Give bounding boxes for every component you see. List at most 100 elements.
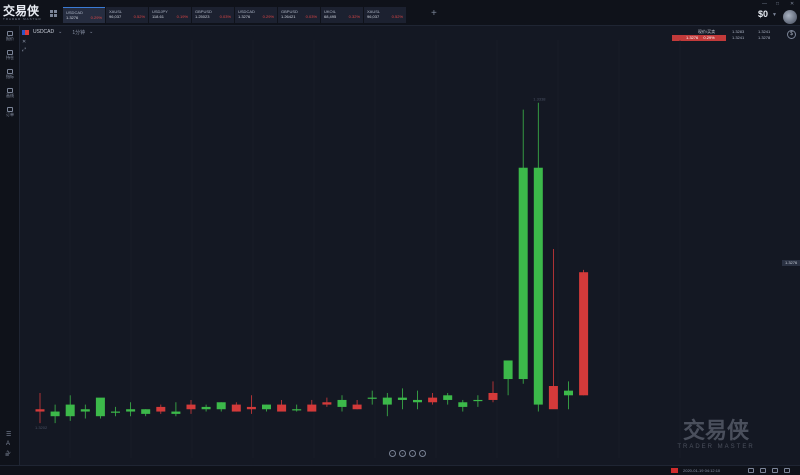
candle-body[interactable] [292,409,302,411]
watermark-logo: 交易侠 TRADER MASTER [656,419,776,451]
ticker-tabs: USDCAD 1.3276 0.29% XAUSL 96,037 0.52% USDJPY 1… [63,7,406,23]
candle-body[interactable] [246,406,256,410]
sidebar-item-indicators[interactable]: 指标 [0,69,20,80]
candle-body[interactable] [564,390,573,396]
ticker-price: 1.26421 [281,14,296,19]
camera-icon[interactable] [760,468,766,473]
ticker-tab-usdcad[interactable]: USDCAD 1.3276 0.29% [235,7,277,23]
candle-body[interactable] [126,409,136,412]
r1-value: 1.3241 [758,29,771,34]
ticker-tab-usdcad[interactable]: USDCAD 1.3276 0.29% [63,7,105,23]
settings-icon[interactable] [784,468,790,473]
candle-body[interactable] [216,402,226,410]
ticker-price: 1.3276 [66,15,79,20]
ticker-change: 0.32% [348,14,360,19]
candle-body[interactable] [186,404,196,410]
ticker-tab-gbpusd[interactable]: GBPUSD 1.26421 0.03% [278,7,320,23]
candle-body[interactable] [533,167,543,405]
candle-body[interactable] [156,406,166,412]
layers-icon[interactable]: ☰ [6,431,11,440]
candle-body[interactable] [382,397,392,405]
sidebar-item-label: 指标 [6,74,14,79]
chart-symbol[interactable]: USDCAD [33,29,54,35]
volume-icon[interactable] [772,468,778,473]
ticker-tab-usdjpy[interactable]: USDJPY 118.61 0.19% [149,7,191,23]
candle-body[interactable] [262,404,271,410]
candle-body[interactable] [307,404,317,412]
candlestick-chart[interactable]: 1.3338 1.3202 [22,40,800,458]
add-tab-button[interactable]: + [431,8,437,19]
candle-body[interactable] [428,397,438,403]
candle-body[interactable] [397,397,407,400]
ticker-price: 1.3276 [238,14,251,19]
account-balance[interactable]: $0 [758,9,768,19]
candle-body[interactable] [80,409,90,412]
sidebar-item-drawing[interactable]: 画线 [0,88,20,99]
candle-body[interactable] [50,411,60,417]
status-bar: 2020-01-19 04:12:10 [0,465,800,475]
avatar[interactable] [783,10,797,24]
minimize-icon[interactable]: — [762,1,767,7]
region-flag-icon [671,468,678,473]
ticker-change: 0.52% [133,14,145,19]
zoom-out-icon[interactable]: − [389,450,396,457]
close-icon[interactable]: ✕ [790,1,794,7]
candle-body[interactable] [322,402,332,405]
sidebar-item-label: 订单 [6,112,14,117]
sidebar-item-label: 持仓 [6,55,14,60]
candle-body[interactable] [473,399,483,402]
chevron-down-icon[interactable]: ⌄ [89,29,93,35]
candle-body[interactable] [413,399,422,403]
ticker-price: 118.61 [152,14,164,19]
candle-body[interactable] [503,360,513,380]
ticker-tab-ukoil[interactable]: UKOIL 68,495 0.32% [321,7,363,23]
ticker-price: 1.25023 [195,14,210,19]
ticker-change: 0.29% [90,15,102,20]
scroll-left-icon[interactable]: ‹ [409,450,416,457]
maximize-icon[interactable]: □ [776,1,779,7]
ticker-tab-xausl[interactable]: XAUSL 96,037 0.52% [364,7,406,23]
candle-body[interactable] [443,395,453,400]
candle-body[interactable] [35,409,45,412]
left-sidebar: 报价 持仓 指标 画线 订单 ☰ A ∿ [0,26,20,475]
candle-body[interactable] [111,411,120,413]
candle-body[interactable] [352,404,362,410]
text-tool-icon[interactable]: A [6,440,11,449]
top-bar: 交易侠 TRADER MASTER USDCAD 1.3276 0.29% XAUSL… [0,0,800,26]
watermark-en: TRADER MASTER [677,444,755,450]
ticker-price: 68,495 [324,14,337,19]
candle-body[interactable] [458,402,468,407]
sidebar-item-orders[interactable]: 订单 [0,107,20,118]
ticker-change: 0.03% [219,14,231,19]
sidebar-item-quotes[interactable]: 报价 [0,31,20,42]
candle-body[interactable] [337,399,347,407]
candle-body[interactable] [518,167,528,380]
candle-body[interactable] [277,404,287,412]
candle-body[interactable] [201,406,211,410]
watermark-cn: 交易侠 [682,419,749,444]
candle-body[interactable] [141,409,151,414]
menu-icon[interactable]: ≡ [5,452,9,459]
candle-body[interactable] [171,411,181,414]
ticker-tab-gbpusd[interactable]: GBPUSD 1.25023 0.03% [192,7,234,23]
candle-body[interactable] [579,272,589,396]
zoom-in-icon[interactable]: + [399,450,406,457]
candle-body[interactable] [548,386,558,410]
candle-body[interactable] [95,397,105,417]
timeframe-selector[interactable]: 1分钟 [72,29,85,36]
ticker-change: 0.52% [391,14,403,19]
app-logo[interactable]: 交易侠 TRADER MASTER [3,5,47,23]
chevron-down-icon[interactable]: ⌄ [58,29,62,35]
screenshot-icon[interactable] [748,468,754,473]
dollar-icon[interactable]: $ [787,30,796,39]
candle-body[interactable] [367,397,377,399]
sidebar-item-label: 画线 [6,93,14,98]
chevron-down-icon[interactable]: ▼ [772,12,777,18]
ticker-tab-xausl[interactable]: XAUSL 96,037 0.52% [106,7,148,23]
candle-body[interactable] [488,392,498,400]
sidebar-item-positions[interactable]: 持仓 [0,50,20,61]
scroll-right-icon[interactable]: › [419,450,426,457]
apps-grid-icon[interactable] [50,10,57,17]
candle-body[interactable] [231,404,241,412]
candle-body[interactable] [65,404,75,417]
